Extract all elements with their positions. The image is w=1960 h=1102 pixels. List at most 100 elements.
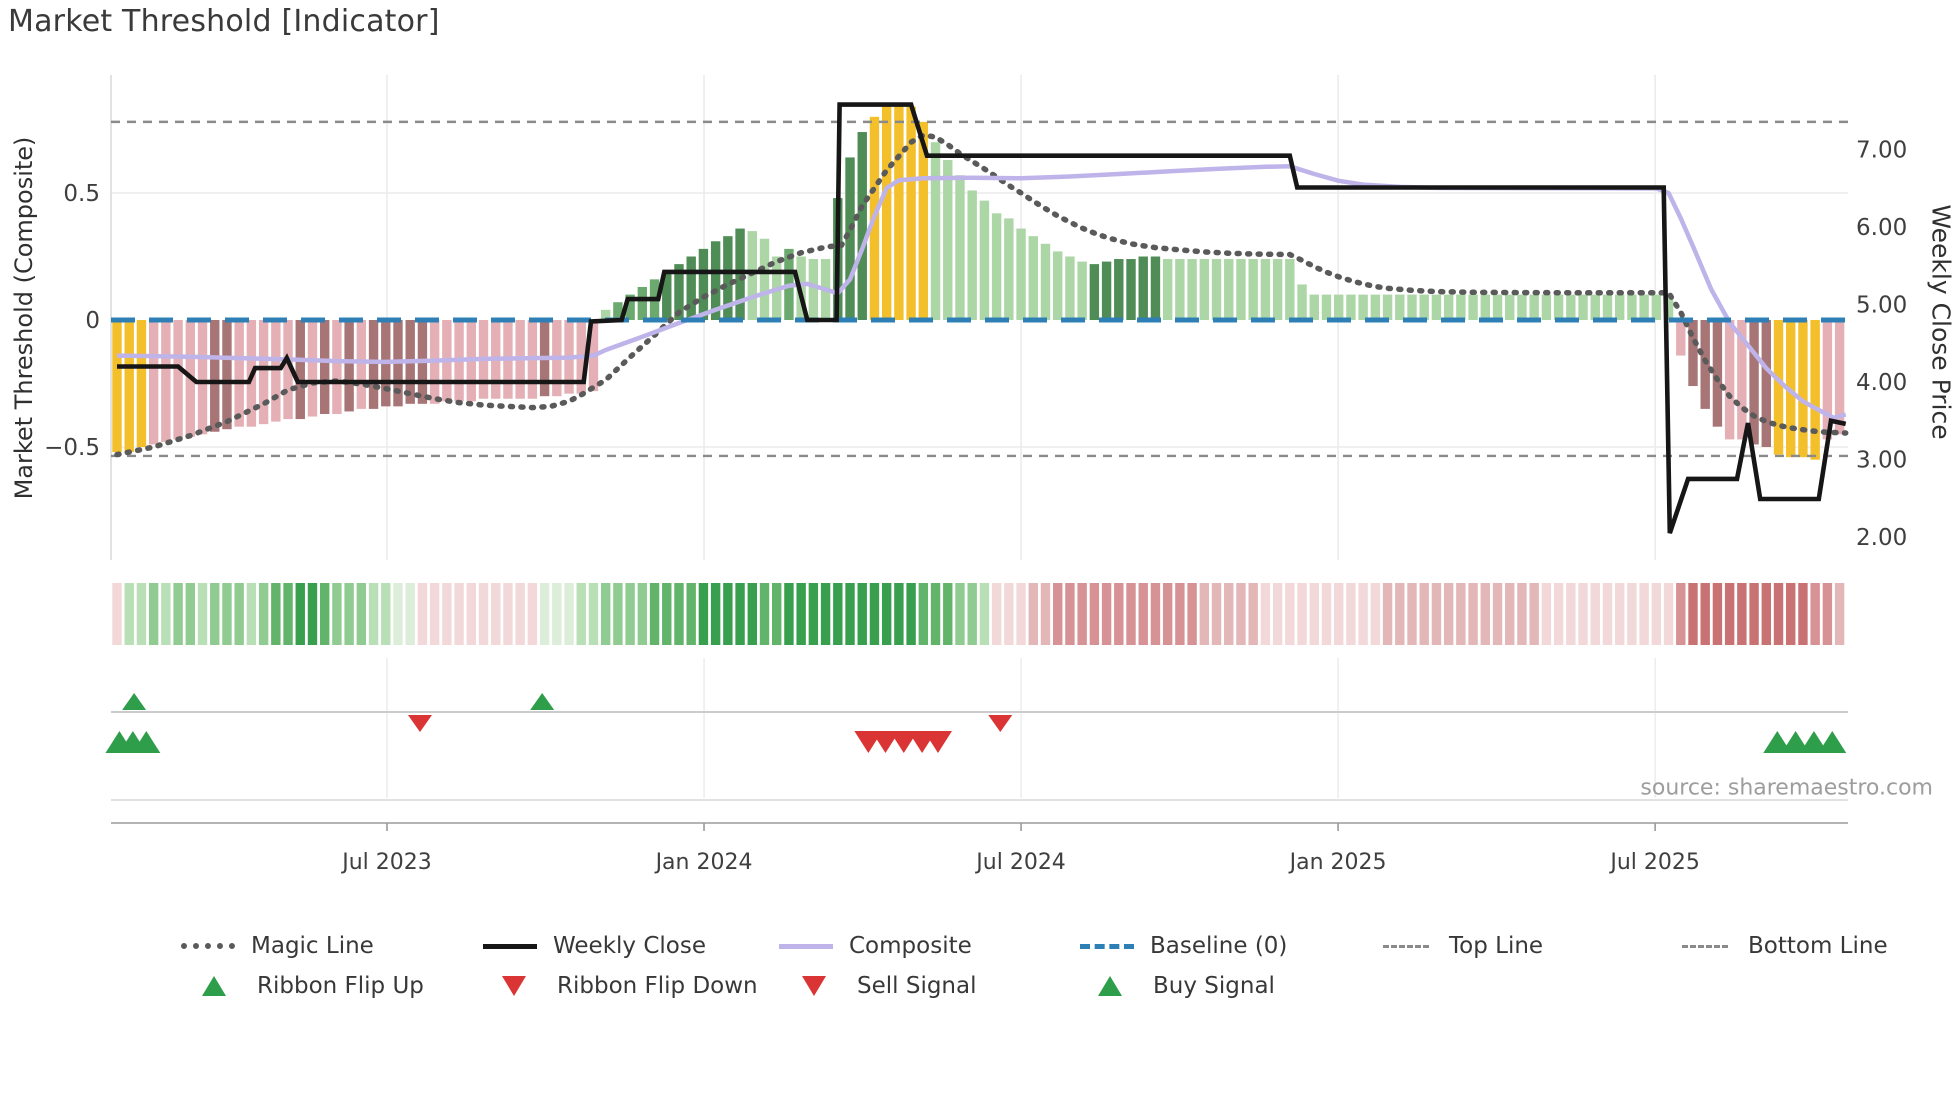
ribbon-cell (442, 583, 452, 645)
ribbon-cell (454, 583, 464, 645)
ribbon-cell (332, 583, 342, 645)
ribbon-cell (1138, 583, 1148, 645)
threshold-bar (1724, 320, 1735, 440)
ribbon-cell (1199, 583, 1210, 645)
threshold-bar (1492, 294, 1503, 320)
ribbon-cell (820, 583, 831, 645)
source-credit: source: sharemaestro.com (1640, 775, 1933, 801)
legend-label: Composite (849, 933, 972, 959)
threshold-bar (1602, 294, 1613, 320)
ribbon-cell (784, 583, 794, 645)
threshold-bar (1419, 294, 1429, 320)
ribbon-cell (588, 583, 599, 645)
ribbon-cell (637, 583, 648, 645)
ribbon-cell (1566, 583, 1576, 645)
legend-label: Ribbon Flip Down (557, 973, 758, 999)
ribbon-cell (527, 583, 538, 645)
threshold-bar (1101, 261, 1112, 320)
threshold-bar (1114, 259, 1124, 320)
threshold-bar (1126, 259, 1136, 320)
ribbon-cell (148, 583, 159, 645)
threshold-bar (1065, 256, 1075, 320)
ribbon-cell (295, 583, 305, 645)
ribbon-cell (674, 583, 684, 645)
threshold-bar (698, 248, 709, 320)
threshold-bar (1334, 294, 1344, 320)
ribbon-cell (112, 583, 122, 645)
ribbon-cell (564, 583, 574, 645)
right-tick-label: 3.00 (1856, 448, 1907, 474)
legend-label: Sell Signal (857, 973, 977, 999)
ribbon-cell (1272, 583, 1283, 645)
buy-signal-marker (1818, 731, 1847, 753)
ribbon-cell (1810, 583, 1820, 645)
ribbon-cell (979, 583, 990, 645)
x-tick-label: Jul 2023 (340, 850, 432, 875)
threshold-bar (1016, 228, 1026, 320)
legend-label: Top Line (1449, 933, 1544, 959)
ribbon-cell (1358, 583, 1368, 645)
x-tick-label: Jan 2025 (1288, 850, 1387, 875)
threshold-bar (735, 228, 745, 320)
ribbon-cell (1663, 583, 1674, 645)
ribbon-cell (1248, 583, 1258, 645)
threshold-bar (894, 104, 904, 320)
ribbon-cell (1297, 583, 1307, 645)
threshold-bar (759, 238, 770, 320)
ribbon-cell (161, 583, 171, 645)
threshold-bar (930, 142, 941, 320)
threshold-bar (1089, 264, 1100, 320)
ribbon-cell (1700, 583, 1710, 645)
threshold-bar (1211, 259, 1222, 320)
ribbon-cell (1798, 583, 1808, 645)
ribbon-cell (1346, 583, 1356, 645)
ribbon-cell (967, 583, 977, 645)
dashed-blue-icon (1079, 943, 1135, 949)
left-axis-title: Market Threshold (Composite) (10, 136, 38, 500)
threshold-bar (1443, 294, 1454, 320)
threshold-bar (344, 320, 354, 412)
ribbon-cell (1676, 583, 1686, 645)
threshold-bar (136, 320, 147, 447)
threshold-bar (258, 320, 269, 425)
tri-down-red-icon (486, 976, 542, 996)
ribbon-cell (662, 583, 672, 645)
threshold-bar (943, 159, 953, 320)
legend-item-sell-signal: Sell Signal (786, 971, 977, 1001)
legend-item-top-line: Top Line (1378, 931, 1543, 961)
ribbon-cell (1431, 583, 1442, 645)
threshold-bar (1614, 294, 1625, 320)
ribbon-cell (393, 583, 403, 645)
threshold-bar (967, 190, 977, 320)
threshold-bar (808, 259, 819, 320)
ribbon-cell (1614, 583, 1625, 645)
ribbon-cell (857, 583, 867, 645)
threshold-bar (1529, 294, 1539, 320)
dotted-gray-icon (180, 943, 236, 949)
ribbon-cell (307, 583, 318, 645)
ribbon-cell (552, 583, 562, 645)
right-tick-label: 5.00 (1856, 293, 1907, 319)
ribbon-cell (258, 583, 269, 645)
ribbon-cell (1150, 583, 1161, 645)
threshold-bar (1761, 320, 1771, 447)
ribbon-cell (344, 583, 354, 645)
ribbon-cell (686, 583, 696, 645)
solid-lavender-icon (778, 943, 834, 949)
ribbon-cell (124, 583, 134, 645)
ribbon-cell (1737, 583, 1747, 645)
ribbon-cell (1517, 583, 1527, 645)
ribbon-cell (1089, 583, 1100, 645)
threshold-bar (637, 286, 648, 320)
ribbon-cell (1407, 583, 1417, 645)
threshold-bar (1773, 320, 1784, 455)
ribbon-cell (1541, 583, 1552, 645)
threshold-bar (1175, 259, 1185, 320)
threshold-bar (1199, 259, 1210, 320)
threshold-bar (1456, 294, 1466, 320)
ribbon-cell (808, 583, 819, 645)
ribbon-cell (698, 583, 709, 645)
threshold-bar (1224, 259, 1234, 320)
ribbon-cell (1822, 583, 1833, 645)
dashed-gray-icon (1378, 944, 1434, 948)
